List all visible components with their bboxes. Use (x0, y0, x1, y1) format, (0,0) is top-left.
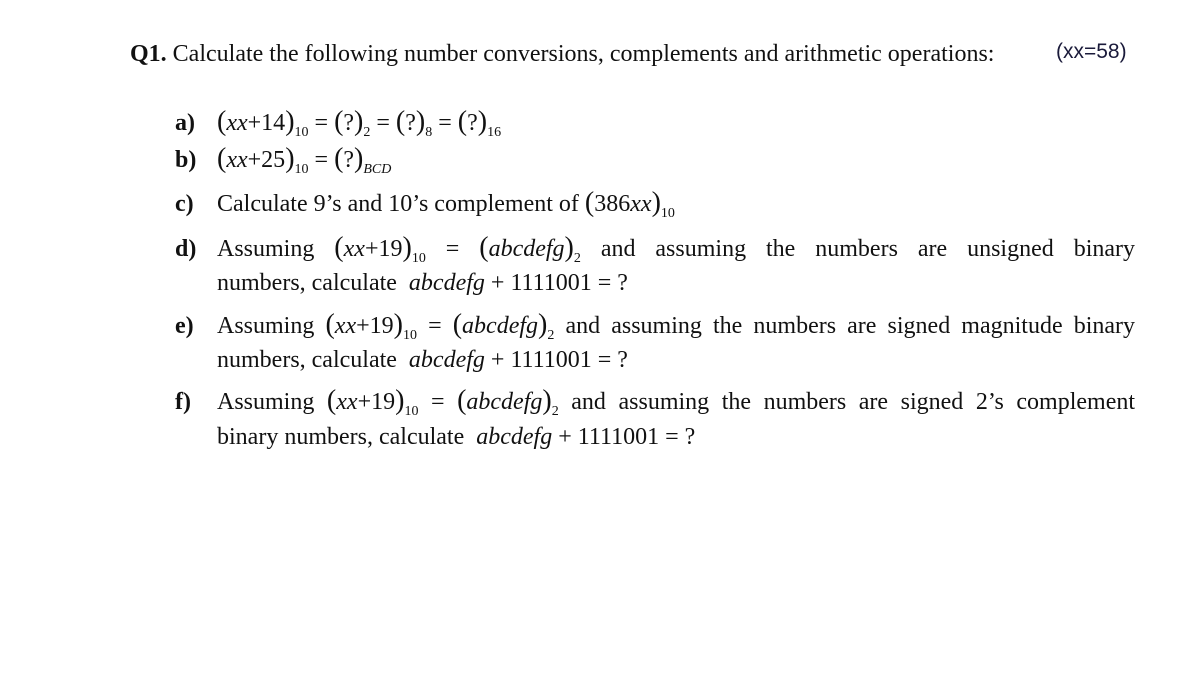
item-label: a) (175, 110, 195, 136)
item-text: Calculate 9’s and 10’s complement of (217, 191, 579, 217)
binary-word: abcdefg (476, 424, 553, 450)
item-e-line2: numbers, calculate abcdefg + 1111001 = ? (217, 347, 628, 374)
item-label: e) (175, 313, 194, 339)
base: 10 (404, 404, 419, 419)
base: BCD (363, 162, 392, 177)
base: 10 (411, 251, 426, 266)
item-text: and assuming the numbers are signed 2’s … (571, 389, 1136, 415)
addend: +19 (364, 236, 403, 262)
unknown: ? (467, 110, 478, 136)
base: 16 (487, 125, 502, 140)
variable: xx (336, 389, 358, 415)
binary-word: abcdefg (462, 313, 539, 339)
question-text: Calculate the following number conversio… (172, 41, 995, 67)
item-b: b) (xx+25)10 = (?)BCD (175, 143, 392, 177)
item-text: Assuming (217, 389, 315, 415)
item-label: c) (175, 191, 194, 217)
item-label: b) (175, 147, 197, 173)
item-label: d) (175, 236, 197, 262)
item-text: binary numbers, calculate (217, 424, 465, 450)
variable: xx (630, 191, 652, 217)
base: 2 (363, 125, 371, 140)
addend: +19 (356, 313, 394, 339)
binary-word: abcdefg (408, 347, 485, 373)
base: 8 (425, 125, 433, 140)
unknown: ? (343, 110, 355, 136)
addend: +19 (357, 389, 396, 415)
number: 386 (594, 191, 631, 217)
item-label: f) (175, 389, 191, 415)
variable: xx (334, 313, 357, 339)
operation: + 1111001 = ? (558, 424, 696, 450)
binary-word: abcdefg (466, 389, 543, 415)
item-a: a) (xx+14)10 = (?)2 = (?)8 = (?)16 (175, 106, 502, 140)
variable: xx (226, 147, 248, 173)
base: 2 (551, 404, 559, 419)
item-f: f) Assuming (xx+19)10 = (abcdefg)2 and as… (175, 385, 1136, 419)
base: 2 (573, 251, 581, 266)
base: 10 (660, 206, 675, 221)
base: 10 (294, 125, 309, 140)
item-d-line2: numbers, calculate abcdefg + 1111001 = ? (217, 270, 628, 297)
item-e: e) Assuming (xx+19)10 = (abcdefg)2 and as… (175, 309, 1136, 343)
question-title: Q1. Calculate the following number conve… (130, 41, 994, 68)
operation: + 1111001 = ? (490, 270, 628, 296)
base: 10 (402, 328, 417, 343)
variable: xx (343, 236, 365, 262)
addend: +25 (247, 147, 286, 173)
binary-word: abcdefg (488, 236, 565, 262)
addend: +14 (247, 110, 286, 136)
item-text: and assuming the numbers are signed magn… (565, 313, 1136, 339)
item-text: numbers, calculate (217, 270, 397, 296)
item-text: Assuming (217, 313, 315, 339)
unknown: ? (405, 110, 416, 136)
item-f-line2: binary numbers, calculate abcdefg + 1111… (217, 424, 695, 451)
item-text: Assuming (217, 236, 315, 262)
item-c: c) Calculate 9’s and 10’s complement of (… (175, 187, 675, 221)
item-text: and assuming the numbers are unsigned bi… (600, 236, 1135, 262)
item-d: d) Assuming (xx+19)10 = (abcdefg)2 and as… (175, 232, 1135, 266)
xx-value-note: (xx=58) (1056, 40, 1127, 63)
question-number: Q1. (130, 41, 167, 67)
item-text: numbers, calculate (217, 347, 397, 373)
unknown: ? (343, 147, 355, 173)
binary-word: abcdefg (408, 270, 485, 296)
base: 2 (547, 328, 555, 343)
base: 10 (294, 162, 309, 177)
variable: xx (226, 110, 248, 136)
operation: + 1111001 = ? (490, 347, 628, 373)
